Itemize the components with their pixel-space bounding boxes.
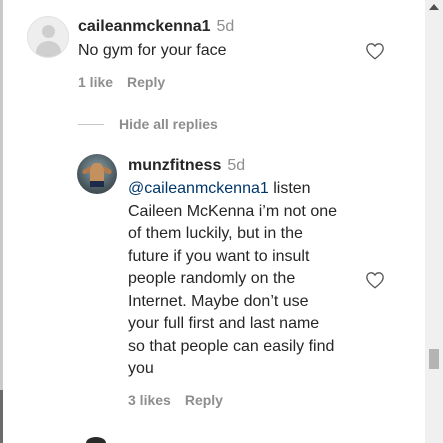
reply-avatar[interactable] — [77, 154, 117, 194]
reply-text-line: future if you want to insult — [128, 247, 310, 265]
reply-text-segment: listen — [268, 180, 311, 197]
reply-reply-button[interactable]: Reply — [185, 392, 223, 408]
avatar-head-shape — [42, 25, 55, 38]
heart-outline-icon[interactable] — [365, 42, 385, 60]
replies-divider — [78, 124, 104, 125]
hide-replies-button[interactable]: Hide all replies — [119, 116, 218, 132]
reply-text-line: Internet. Maybe don’t use — [128, 292, 309, 310]
comment-meta: 1 like Reply — [78, 74, 179, 90]
reply-text-line: so that people can easily find — [128, 337, 335, 355]
reply-text-line: you — [128, 360, 154, 377]
reply-mention-link[interactable]: @caileanmckenna1 — [128, 180, 269, 197]
reply-text-line: people randomly on the — [128, 270, 296, 287]
reply-like-count[interactable]: 3 likes — [128, 392, 171, 408]
comment-header: caileanmckenna1 5d — [78, 18, 234, 36]
scroll-up-arrow-icon[interactable] — [429, 4, 439, 10]
reply-text: @caileanmckenna1 listen Caileen McKenna … — [128, 178, 368, 381]
comment-reply-button[interactable]: Reply — [127, 74, 165, 90]
reply-text-line: @caileanmckenna1 listen — [128, 178, 368, 201]
comment-text: No gym for your face — [78, 42, 227, 59]
reply-text-line: your full first and last name — [128, 315, 320, 332]
avatar-figure-shorts — [90, 181, 104, 187]
reply-username[interactable]: munzfitness — [128, 157, 221, 174]
avatar-body-shape — [36, 41, 61, 57]
reply-time[interactable]: 5d — [227, 157, 245, 174]
reply-text-line: of them luckily, but in the — [128, 225, 303, 242]
reply-header: munzfitness 5d — [128, 157, 245, 175]
scrollbar-thumb[interactable] — [429, 349, 439, 369]
comment-like-count[interactable]: 1 like — [78, 74, 113, 90]
window-left-edge-dark — [0, 390, 3, 443]
vertical-scrollbar[interactable] — [425, 0, 443, 443]
window-left-edge — [0, 0, 3, 443]
next-comment-avatar[interactable] — [86, 437, 106, 443]
comment-username[interactable]: caileanmckenna1 — [78, 18, 211, 35]
reply-text-line: Caileen McKenna i’m not one — [128, 202, 338, 220]
default-avatar[interactable] — [27, 16, 69, 58]
reply-meta: 3 likes Reply — [128, 392, 237, 408]
heart-outline-icon[interactable] — [365, 271, 385, 289]
comment-time[interactable]: 5d — [217, 18, 235, 35]
